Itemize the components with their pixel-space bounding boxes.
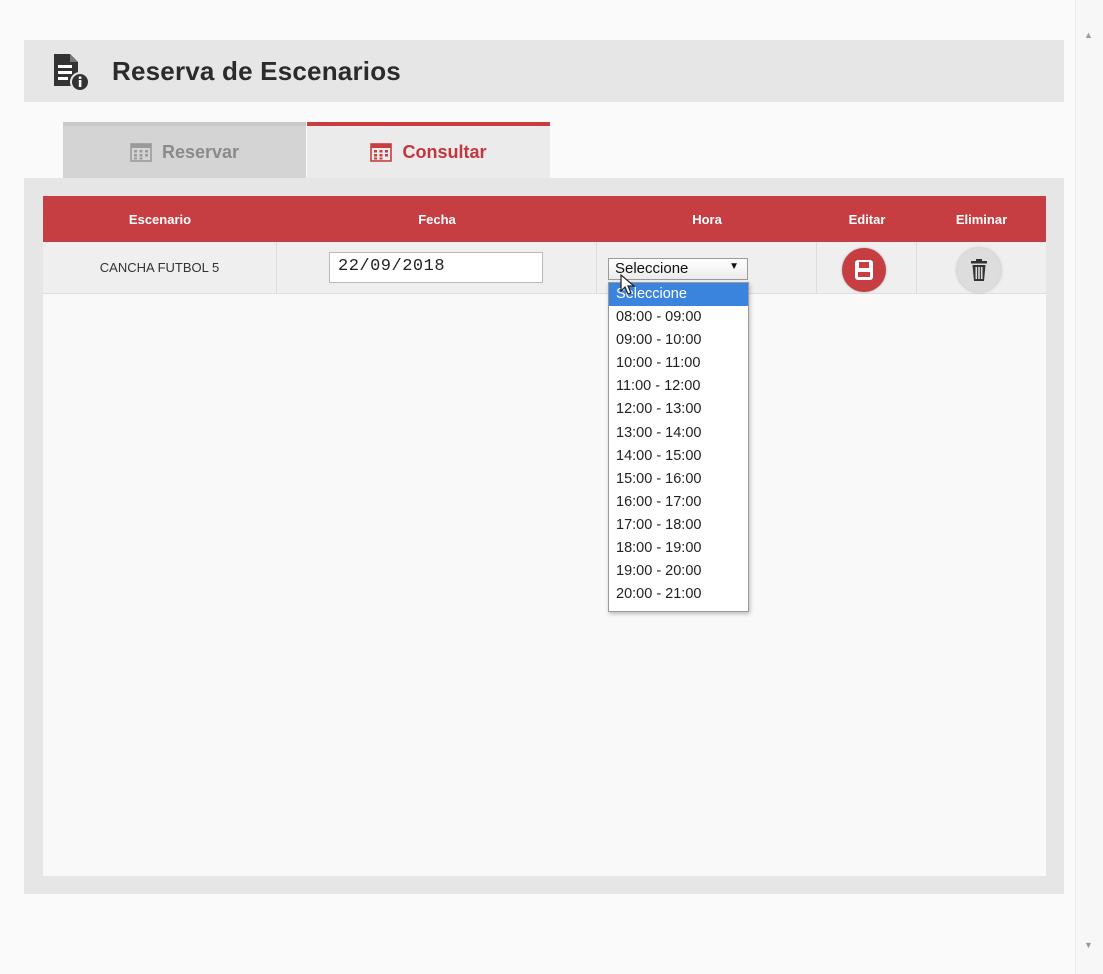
tab-reservar-label: Reservar	[161, 141, 240, 162]
hora-option[interactable]: 08:00 - 09:00	[609, 306, 748, 329]
escenario-cell: CANCHA FUTBOL 5	[43, 242, 277, 293]
hora-option[interactable]: 20:00 - 21:00	[609, 583, 748, 606]
chevron-down-icon: ▼	[729, 261, 739, 272]
table-row: CANCHA FUTBOL 5 22/09/2018 Seleccione ▼	[43, 242, 1046, 294]
hora-option[interactable]: 16:00 - 17:00	[609, 491, 748, 514]
column-header-fecha: Fecha	[418, 211, 456, 227]
reservations-table: Escenario Fecha Hora Editar Eliminar CAN…	[43, 196, 1046, 876]
scroll-up-icon[interactable]: ▲	[1084, 30, 1093, 40]
hora-option[interactable]: 10:00 - 11:00	[609, 352, 748, 375]
editar-cell	[817, 242, 917, 293]
table-header: Escenario Fecha Hora Editar Eliminar	[43, 196, 1046, 242]
consultar-panel: Escenario Fecha Hora Editar Eliminar CAN…	[24, 178, 1064, 894]
document-info-icon	[52, 52, 92, 97]
tab-consultar[interactable]: Consultar	[307, 122, 550, 178]
calendar-icon	[370, 143, 393, 162]
fecha-cell: 22/09/2018	[277, 242, 597, 293]
hora-option[interactable]: 18:00 - 19:00	[609, 537, 748, 560]
page-header: Reserva de Escenarios	[24, 40, 1064, 102]
page-scrollbar[interactable]: ▲ ▼	[1075, 0, 1103, 974]
save-button[interactable]	[842, 248, 886, 292]
column-header-escenario: Escenario	[128, 211, 192, 227]
fecha-date-input[interactable]: 22/09/2018	[329, 252, 543, 283]
hora-option[interactable]: 09:00 - 10:00	[609, 329, 748, 352]
hora-option[interactable]: 11:00 - 12:00	[609, 375, 748, 398]
eliminar-cell	[917, 242, 1046, 293]
delete-button[interactable]	[957, 248, 1001, 292]
hora-dropdown-list: Seleccione 08:00 - 09:00 09:00 - 10:00 1…	[608, 282, 749, 612]
hora-option[interactable]: 17:00 - 18:00	[609, 514, 748, 537]
page-title: Reserva de Escenarios	[112, 56, 401, 86]
hora-option[interactable]: 12:00 - 13:00	[609, 398, 748, 421]
hora-option[interactable]: 13:00 - 14:00	[609, 422, 748, 445]
hora-option[interactable]: 19:00 - 20:00	[609, 560, 748, 583]
tab-reservar[interactable]: Reservar	[63, 122, 306, 178]
tab-consultar-label: Consultar	[402, 141, 487, 162]
save-icon	[855, 260, 873, 280]
calendar-icon	[130, 143, 152, 162]
hora-option[interactable]: 15:00 - 16:00	[609, 468, 748, 491]
scroll-down-icon[interactable]: ▼	[1084, 940, 1093, 950]
trash-icon	[971, 259, 987, 281]
hora-option[interactable]: 14:00 - 15:00	[609, 445, 748, 468]
column-header-eliminar: Eliminar	[955, 211, 1008, 227]
column-header-hora: Hora	[692, 211, 722, 227]
column-header-editar: Editar	[848, 211, 886, 227]
mouse-cursor-icon	[620, 273, 636, 301]
